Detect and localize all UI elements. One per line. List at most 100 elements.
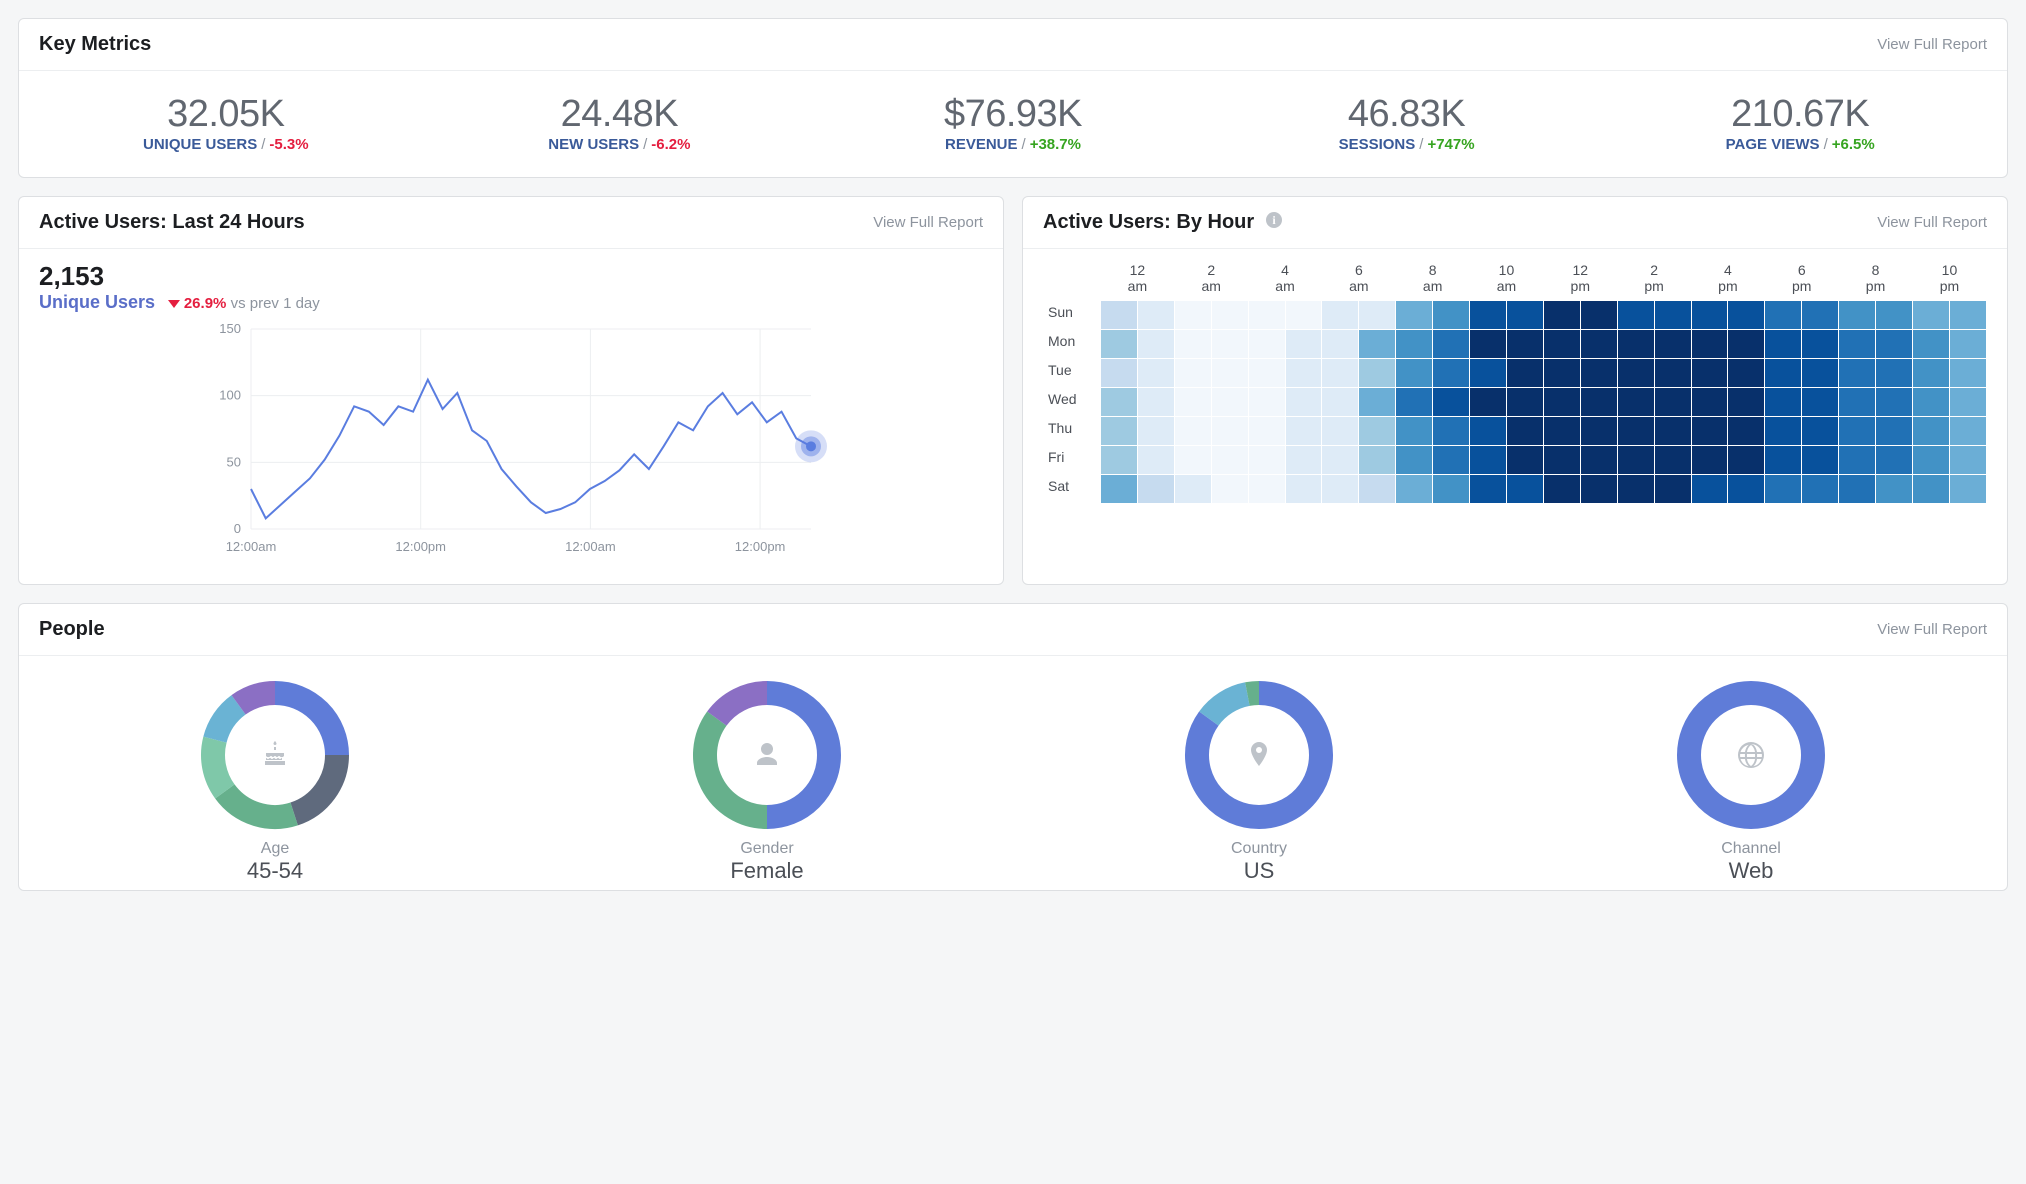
heatmap-cell xyxy=(1507,446,1543,474)
svg-text:50: 50 xyxy=(227,454,241,469)
heatmap-row-label: Wed xyxy=(1044,388,1100,416)
heatmap-cell xyxy=(1322,330,1358,358)
heatmap-cell xyxy=(1655,475,1691,503)
heatmap-cell xyxy=(1765,388,1801,416)
heatmap-cell xyxy=(1322,446,1358,474)
person-icon xyxy=(692,680,842,830)
metric-sub: REVENUE/+38.7% xyxy=(816,136,1210,153)
metric-unique-users: 32.05K UNIQUE USERS/-5.3% xyxy=(29,93,423,153)
heatmap-cell xyxy=(1655,330,1691,358)
heatmap-cell xyxy=(1802,388,1838,416)
heatmap-cell xyxy=(1913,359,1949,387)
heatmap-cell xyxy=(1322,388,1358,416)
heatmap-cell xyxy=(1692,330,1728,358)
donut-channel: Channel Web xyxy=(1505,680,1997,884)
donut-age: Age 45-54 xyxy=(29,680,521,884)
heatmap-cell xyxy=(1544,330,1580,358)
active-24h-count-label: Unique Users xyxy=(39,292,155,312)
heatmap-cell xyxy=(1212,475,1248,503)
heatmap-cell xyxy=(1470,301,1506,329)
heatmap-cell xyxy=(1138,417,1174,445)
heatmap-cell xyxy=(1802,359,1838,387)
heatmap-cell xyxy=(1839,475,1875,503)
heatmap-cell xyxy=(1433,359,1469,387)
heatmap-cell xyxy=(1470,446,1506,474)
active-by-hour-card: Active Users: By Hour i View Full Report… xyxy=(1022,196,2008,585)
metric-revenue: $76.93K REVENUE/+38.7% xyxy=(816,93,1210,153)
donut-country: Country US xyxy=(1013,680,1505,884)
heatmap-cell xyxy=(1839,359,1875,387)
heatmap-cell xyxy=(1175,330,1211,358)
heatmap-cell xyxy=(1802,417,1838,445)
heatmap-cell xyxy=(1470,475,1506,503)
svg-text:150: 150 xyxy=(219,321,241,336)
key-metrics-view-full-link[interactable]: View Full Report xyxy=(1877,36,1987,53)
heatmap-cell xyxy=(1950,330,1986,358)
heatmap-cell xyxy=(1618,446,1654,474)
heatmap-cell xyxy=(1581,301,1617,329)
heatmap-cell xyxy=(1138,330,1174,358)
heatmap-cell xyxy=(1507,475,1543,503)
metric-new-users: 24.48K NEW USERS/-6.2% xyxy=(423,93,817,153)
heatmap-cell xyxy=(1396,359,1432,387)
heatmap-cell xyxy=(1765,417,1801,445)
heatmap-cell xyxy=(1138,475,1174,503)
active-by-hour-heatmap: 12am2am4am6am8am10am12pm2pm4pm6pm8pm10pm… xyxy=(1043,261,1987,504)
active-by-hour-view-full-link[interactable]: View Full Report xyxy=(1877,214,1987,231)
heatmap-cell xyxy=(1876,330,1912,358)
heatmap-cell xyxy=(1544,417,1580,445)
heatmap-row-label: Mon xyxy=(1044,330,1100,358)
key-metrics-row: 32.05K UNIQUE USERS/-5.3% 24.48K NEW USE… xyxy=(19,71,2007,177)
heatmap-cell xyxy=(1655,417,1691,445)
svg-text:100: 100 xyxy=(219,388,241,403)
donut-label: Gender xyxy=(521,840,1013,858)
heatmap-cell xyxy=(1396,417,1432,445)
heatmap-cell xyxy=(1913,475,1949,503)
heatmap-cell xyxy=(1138,359,1174,387)
people-view-full-link[interactable]: View Full Report xyxy=(1877,621,1987,638)
heatmap-cell xyxy=(1692,475,1728,503)
heatmap-cell xyxy=(1322,417,1358,445)
heatmap-cell xyxy=(1950,388,1986,416)
heatmap-cell xyxy=(1728,301,1764,329)
heatmap-row-label: Fri xyxy=(1044,446,1100,474)
heatmap-cell xyxy=(1101,417,1137,445)
heatmap-cell xyxy=(1101,388,1137,416)
svg-text:12:00am: 12:00am xyxy=(226,539,277,554)
heatmap-cell xyxy=(1138,446,1174,474)
active-24h-delta: 26.9% vs prev 1 day xyxy=(160,295,320,312)
heatmap-cell xyxy=(1802,446,1838,474)
metric-value: 46.83K xyxy=(1210,93,1604,136)
heatmap-cell xyxy=(1950,475,1986,503)
heatmap-cell xyxy=(1876,301,1912,329)
people-header: People View Full Report xyxy=(19,604,2007,656)
heatmap-cell xyxy=(1876,417,1912,445)
heatmap-cell xyxy=(1913,330,1949,358)
metric-value: 210.67K xyxy=(1603,93,1997,136)
donut-label: Channel xyxy=(1505,840,1997,858)
heatmap-cell xyxy=(1618,359,1654,387)
heatmap-cell xyxy=(1544,301,1580,329)
heatmap-cell xyxy=(1618,417,1654,445)
heatmap-cell xyxy=(1765,475,1801,503)
donut-gender: Gender Female xyxy=(521,680,1013,884)
heatmap-cell xyxy=(1507,417,1543,445)
heatmap-cell xyxy=(1249,359,1285,387)
heatmap-cell xyxy=(1433,475,1469,503)
heatmap-cell xyxy=(1249,301,1285,329)
heatmap-cell xyxy=(1655,359,1691,387)
heatmap-cell xyxy=(1839,301,1875,329)
heatmap-cell xyxy=(1396,475,1432,503)
heatmap-cell xyxy=(1359,446,1395,474)
heatmap-cell xyxy=(1692,388,1728,416)
donut-value: Female xyxy=(521,858,1013,884)
heatmap-cell xyxy=(1212,359,1248,387)
heatmap-cell xyxy=(1470,359,1506,387)
heatmap-cell xyxy=(1913,388,1949,416)
info-icon[interactable]: i xyxy=(1266,212,1282,228)
donut-label: Country xyxy=(1013,840,1505,858)
heatmap-cell xyxy=(1692,359,1728,387)
people-donuts-row: Age 45-54 Gender Female Country US Chann… xyxy=(19,656,2007,890)
heatmap-cell xyxy=(1618,388,1654,416)
active-24h-view-full-link[interactable]: View Full Report xyxy=(873,214,983,231)
